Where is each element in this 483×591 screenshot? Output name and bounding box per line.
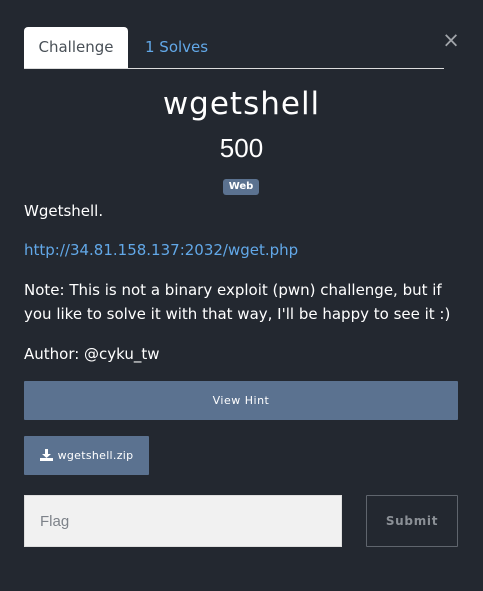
challenge-url-link[interactable]: http://34.81.158.137:2032/wget.php xyxy=(24,241,298,259)
challenge-modal: × Challenge 1 Solves wgetshell 500 Web W… xyxy=(0,0,483,591)
download-file-button[interactable]: wgetshell.zip xyxy=(24,436,149,475)
challenge-points: 500 xyxy=(219,133,264,163)
description-url-paragraph: http://34.81.158.137:2032/wget.php xyxy=(24,238,454,262)
category-badge: Web xyxy=(223,179,259,195)
description-intro: Wgetshell. xyxy=(24,202,104,220)
flag-input[interactable] xyxy=(24,495,342,547)
tab-solves[interactable]: 1 Solves xyxy=(145,27,217,68)
tab-bar: Challenge 1 Solves xyxy=(24,27,444,69)
close-icon[interactable]: × xyxy=(442,30,460,51)
description-note: Note: This is not a binary exploit (pwn)… xyxy=(24,281,451,323)
download-icon xyxy=(39,438,53,461)
tab-challenge[interactable]: Challenge xyxy=(24,27,128,68)
submit-button[interactable]: Submit xyxy=(366,495,458,547)
view-hint-button[interactable]: View Hint xyxy=(24,381,458,420)
download-file-label: wgetshell.zip xyxy=(57,449,134,462)
description-author: Author: @cyku_tw xyxy=(24,345,160,363)
challenge-title: wgetshell xyxy=(162,86,321,122)
